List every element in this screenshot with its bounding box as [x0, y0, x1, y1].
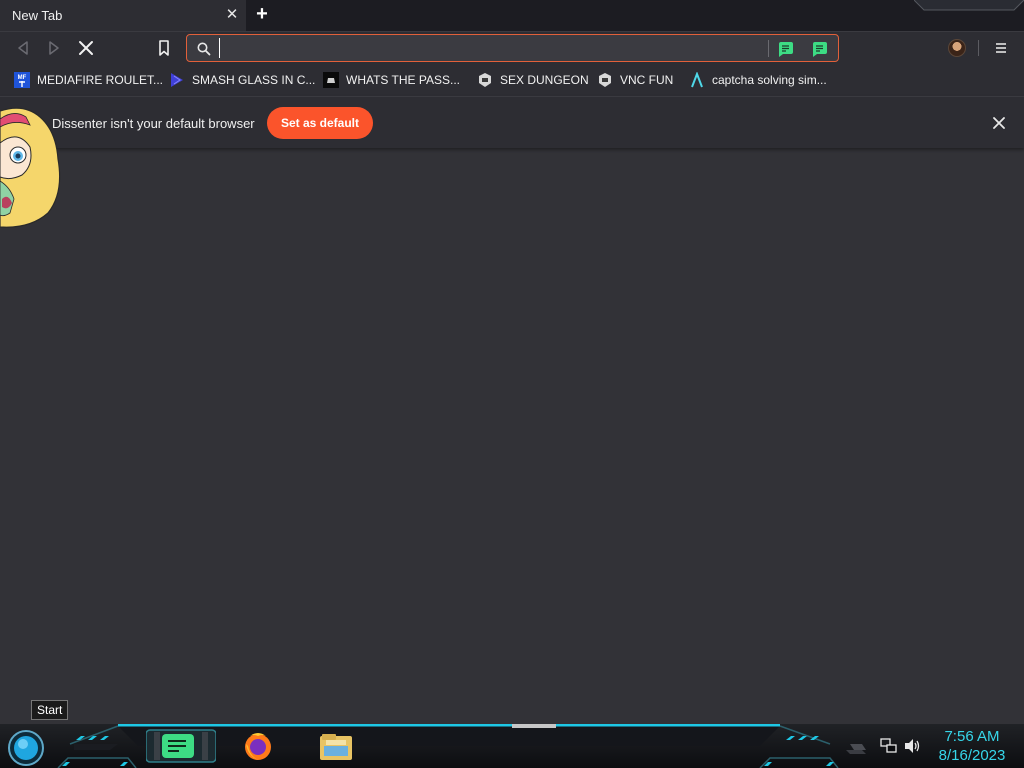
start-tooltip: Start [31, 700, 69, 720]
bookmark-whats-the-pass[interactable]: WHATS THE PASS... [323, 71, 460, 89]
stop-icon[interactable] [75, 37, 97, 59]
bookmark-label: SEX DUNGEON [500, 73, 589, 87]
lambda-icon [691, 72, 703, 88]
bookmark-label: SMASH GLASS IN C... [192, 73, 316, 87]
infobar-message: Dissenter isn't your default browser [52, 116, 255, 131]
bookmark-sex-dungeon[interactable]: SEX DUNGEON [477, 71, 589, 89]
browser-toolbar [0, 32, 1024, 64]
bookmark-label: VNC FUN [620, 73, 674, 87]
sigma-icon [171, 73, 183, 87]
search-icon [197, 42, 211, 56]
set-as-default-button[interactable]: Set as default [267, 107, 373, 139]
tab-strip: New Tab ✕ + [0, 0, 1024, 32]
bookmark-smash-glass[interactable]: SMASH GLASS IN C... [169, 71, 315, 89]
bookmark-captcha-solving[interactable]: captcha solving sim... [689, 71, 827, 89]
taskbar: 7:56 AM 8/16/2023 [0, 724, 1024, 768]
svg-text:MF: MF [18, 75, 27, 81]
file-explorer-icon[interactable] [318, 730, 354, 762]
bookmark-icon[interactable] [153, 37, 175, 59]
show-hidden-icons-icon[interactable] [848, 740, 868, 754]
dissenter-icon[interactable] [777, 40, 795, 58]
firefox-icon[interactable] [242, 730, 274, 762]
game-icon [479, 73, 491, 87]
default-browser-infobar: Dissenter isn't your default browser Set… [0, 96, 1024, 148]
address-bar-divider [768, 40, 769, 57]
notes-app-icon[interactable] [146, 728, 216, 764]
titlebar-decoration [914, 0, 1024, 11]
dissenter-comment-icon[interactable] [811, 40, 829, 58]
hamburger-menu-icon[interactable] [993, 40, 1009, 56]
clock-time[interactable]: 7:56 AM [932, 728, 1012, 745]
mediafire-icon: MF [14, 72, 30, 88]
address-bar[interactable] [186, 34, 839, 62]
clock-date[interactable]: 8/16/2023 [932, 747, 1012, 764]
tab-new-tab[interactable]: New Tab ✕ [0, 0, 246, 31]
game-icon [599, 73, 611, 87]
back-icon[interactable] [12, 37, 34, 59]
network-icon[interactable] [880, 738, 898, 754]
forward-icon[interactable] [43, 37, 65, 59]
bookmark-vnc-fun[interactable]: VNC FUN [597, 71, 673, 89]
dark-site-icon [323, 72, 339, 88]
tab-close-button[interactable]: ✕ [224, 7, 240, 23]
profile-avatar[interactable] [948, 39, 966, 57]
mascot-character-image [0, 107, 61, 228]
bookmarks-bar: MF MEDIAFIRE ROULET... SMASH GLASS IN C.… [0, 64, 1024, 96]
volume-icon[interactable] [904, 738, 922, 754]
close-icon[interactable] [991, 115, 1007, 131]
start-button[interactable] [5, 729, 47, 767]
bookmark-label: captcha solving sim... [712, 73, 827, 87]
address-input[interactable] [219, 38, 759, 58]
bookmark-label: WHATS THE PASS... [346, 73, 461, 87]
tab-title: New Tab [12, 8, 63, 23]
toolbar-divider [978, 40, 979, 56]
bookmark-label: MEDIAFIRE ROULET... [37, 73, 164, 87]
new-tab-button[interactable]: + [252, 4, 272, 25]
bookmark-mediafire[interactable]: MF MEDIAFIRE ROULET... [14, 71, 163, 89]
